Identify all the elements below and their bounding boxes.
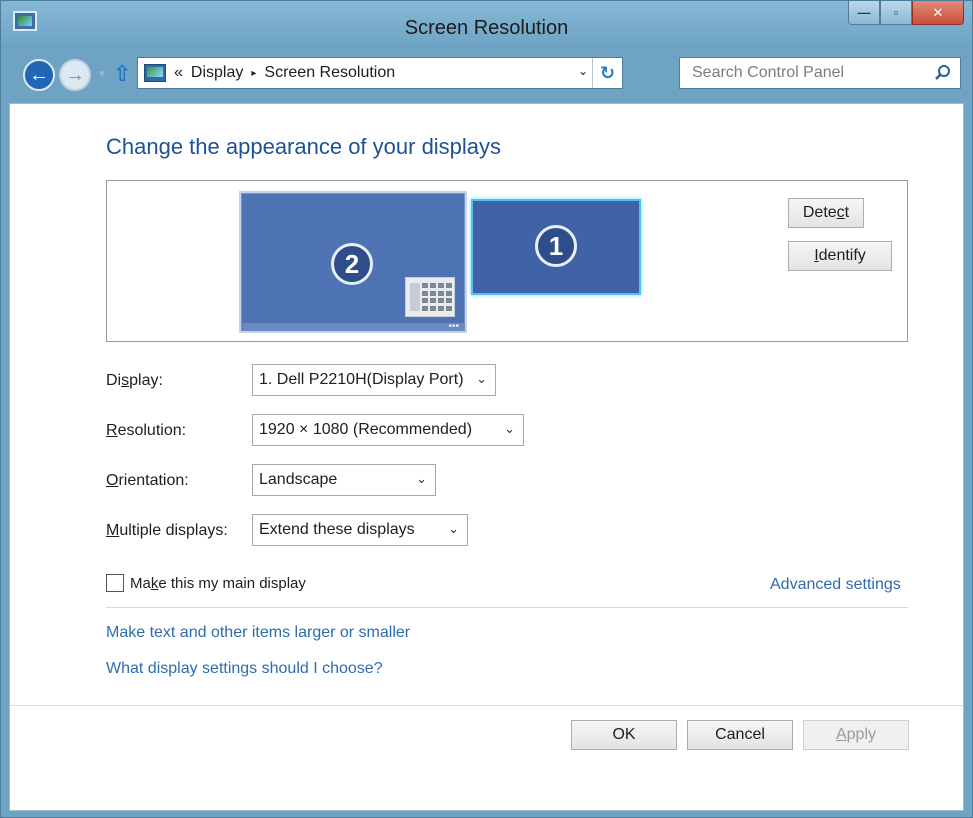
multiple-displays-label: Multiple displays:	[106, 522, 228, 540]
more-dots-icon: •••	[448, 321, 459, 332]
display-label-start: Di	[106, 372, 122, 389]
display-select-value: 1. Dell P2210H(Display Port)	[259, 371, 464, 388]
multiple-displays-label-end: ultiple displays:	[119, 522, 228, 539]
display-label: Display:	[106, 372, 163, 390]
breadcrumb-item-display[interactable]: Display	[191, 64, 243, 82]
resolution-label-mnemonic: R	[106, 422, 118, 439]
main-display-checkbox[interactable]	[106, 574, 124, 592]
search-input[interactable]	[680, 58, 920, 88]
section-divider	[106, 607, 908, 608]
monitor-1-number: 1	[535, 225, 577, 267]
text-size-link[interactable]: Make text and other items larger or smal…	[106, 624, 410, 642]
display-icon	[144, 64, 166, 82]
orientation-label: Orientation:	[106, 472, 189, 490]
resolution-select-value: 1920 × 1080 (Recommended)	[259, 421, 473, 438]
monitor-1[interactable]: 1	[471, 199, 641, 295]
detect-label-end: t	[844, 204, 850, 221]
monitor-2-taskbar	[241, 323, 465, 331]
main-display-label-start: Ma	[130, 574, 151, 592]
footer-divider	[10, 705, 963, 706]
resolution-label-end: esolution:	[117, 422, 187, 439]
back-button[interactable]: ←	[23, 59, 55, 91]
chevron-down-icon: ⌄	[504, 421, 515, 436]
search-box	[679, 57, 961, 89]
orientation-select-value: Landscape	[259, 471, 338, 488]
navigation-bar: ← → ▼ ⇧ « Display ▸ Screen Resolution ⌄ …	[9, 47, 964, 103]
orientation-label-end: rientation:	[118, 472, 189, 489]
orientation-label-mnemonic: O	[106, 472, 119, 489]
screen-resolution-window: Screen Resolution — ▫ ✕ ← → ▼ ⇧ « Displa…	[0, 0, 973, 818]
page-heading: Change the appearance of your displays	[106, 134, 502, 159]
window-title: Screen Resolution	[404, 17, 569, 39]
monitor-2[interactable]: 2 •••	[239, 191, 467, 333]
multiple-displays-select-value: Extend these displays	[259, 521, 415, 538]
orientation-select[interactable]: Landscape ⌄	[252, 464, 436, 496]
display-label-mnemonic: s	[121, 372, 130, 389]
display-select[interactable]: 1. Dell P2210H(Display Port) ⌄	[252, 364, 496, 396]
chevron-down-icon: ⌄	[416, 471, 427, 486]
apply-button[interactable]: Apply	[803, 720, 909, 750]
maximize-button[interactable]: ▫	[880, 1, 912, 25]
up-button[interactable]: ⇧	[113, 61, 131, 87]
content-area: Change the appearance of your displays 2…	[9, 103, 964, 811]
chevron-down-icon: ⌄	[476, 371, 487, 386]
display-settings-help-link[interactable]: What display settings should I choose?	[106, 660, 383, 678]
breadcrumb-item-screen-resolution[interactable]: Screen Resolution	[264, 64, 395, 82]
multiple-displays-label-mnemonic: M	[106, 522, 120, 539]
resolution-select[interactable]: 1920 × 1080 (Recommended) ⌄	[252, 414, 524, 446]
main-display-option[interactable]: Make this my main display	[106, 574, 306, 592]
resolution-label: Resolution:	[106, 422, 186, 440]
main-display-label-end: e this my main display	[158, 574, 306, 592]
apply-label-mnemonic: A	[835, 726, 847, 743]
address-dropdown-chevron-icon[interactable]: ⌄	[578, 64, 588, 78]
identify-label-end: dentify	[818, 247, 866, 264]
close-button[interactable]: ✕	[912, 1, 964, 25]
minimize-button[interactable]: —	[848, 1, 880, 25]
detect-label-mnemonic: c	[836, 204, 845, 221]
ok-button[interactable]: OK	[571, 720, 677, 750]
breadcrumb-separator-icon[interactable]: ▸	[251, 68, 256, 79]
cancel-button[interactable]: Cancel	[687, 720, 793, 750]
search-icon[interactable]	[932, 62, 954, 84]
calculator-icon	[405, 277, 455, 317]
main-display-checkbox-label[interactable]: Make this my main display	[130, 575, 306, 592]
multiple-displays-select[interactable]: Extend these displays ⌄	[252, 514, 468, 546]
title-bar[interactable]: Screen Resolution — ▫ ✕	[1, 1, 972, 47]
window-controls: — ▫ ✕	[848, 1, 964, 25]
advanced-settings-link[interactable]: Advanced settings	[770, 576, 901, 594]
monitor-2-number: 2	[331, 243, 373, 285]
detect-button[interactable]: Dete c t	[788, 198, 864, 228]
refresh-button[interactable]: ↻	[592, 58, 622, 88]
breadcrumb-overflow-icon[interactable]: «	[174, 64, 183, 82]
breadcrumb: « Display ▸ Screen Resolution	[174, 64, 395, 82]
recent-pages-chevron-icon[interactable]: ▼	[97, 69, 107, 80]
forward-button[interactable]: →	[59, 59, 91, 91]
chevron-down-icon: ⌄	[448, 521, 459, 536]
detect-label-start: Dete	[802, 204, 837, 221]
address-bar[interactable]: « Display ▸ Screen Resolution ⌄ ↻	[137, 57, 623, 89]
identify-button[interactable]: Identify	[788, 241, 892, 271]
display-label-end: play:	[129, 372, 163, 389]
apply-label-end: pply	[846, 726, 877, 743]
